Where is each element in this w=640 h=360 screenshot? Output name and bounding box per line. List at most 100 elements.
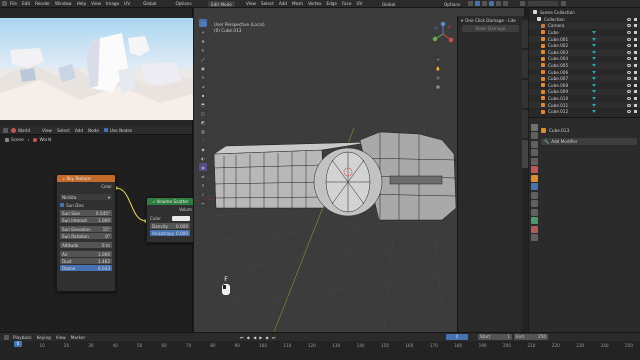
vol-color-swatch[interactable] bbox=[172, 215, 190, 221]
vp-menu-face[interactable]: Face bbox=[342, 1, 351, 6]
knife-tool-icon[interactable]: ⟋ bbox=[199, 136, 207, 144]
render-camera-icon[interactable] bbox=[634, 44, 637, 48]
shading-material-icon[interactable] bbox=[496, 1, 501, 6]
menu-render[interactable]: Render bbox=[35, 1, 50, 6]
render-props-icon[interactable] bbox=[530, 132, 538, 139]
perspective-toggle-icon[interactable]: ▦ bbox=[434, 82, 442, 90]
render-preview-image[interactable] bbox=[0, 8, 193, 126]
render-camera-icon[interactable] bbox=[634, 17, 637, 21]
volume-scatter-node[interactable]: ▾ Volume Scatter Volum Color Density 0.00… bbox=[146, 197, 193, 243]
visibility-eye-icon[interactable] bbox=[627, 57, 631, 61]
ne-menu-view[interactable]: View bbox=[42, 128, 52, 133]
tl-menu-marker[interactable]: Marker bbox=[71, 335, 85, 340]
view-layer-props-icon[interactable] bbox=[530, 149, 538, 156]
jump-start-icon[interactable]: ⏮ bbox=[240, 335, 244, 340]
funnel-icon[interactable] bbox=[561, 1, 566, 6]
select-box-icon[interactable]: ▢ bbox=[199, 19, 207, 27]
visibility-eye-icon[interactable] bbox=[627, 37, 631, 41]
world-dropdown[interactable]: World bbox=[18, 128, 30, 133]
render-camera-icon[interactable] bbox=[634, 57, 637, 61]
data-props-icon[interactable] bbox=[530, 217, 538, 224]
vp-menu-uv[interactable]: UV bbox=[356, 1, 362, 6]
edge-slide-tool-icon[interactable]: ⇄ bbox=[199, 172, 207, 180]
scene-props-icon[interactable] bbox=[530, 157, 538, 165]
rotate-tool-icon[interactable]: ↻ bbox=[199, 46, 207, 54]
tl-menu-view[interactable]: View bbox=[56, 335, 66, 340]
prev-key-icon[interactable]: ◆ bbox=[247, 335, 250, 340]
bevel-tool-icon[interactable]: ◩ bbox=[199, 118, 207, 126]
outliner-row-cube-003[interactable]: Cube.003 bbox=[529, 48, 640, 56]
pan-icon[interactable]: ✋ bbox=[434, 64, 442, 72]
render-camera-icon[interactable] bbox=[634, 83, 637, 87]
ozone-field[interactable]: Ozone 6.033 bbox=[60, 265, 112, 271]
visibility-eye-icon[interactable] bbox=[627, 83, 631, 87]
sun-rotation-field[interactable]: Sun Rotation 0° bbox=[60, 233, 112, 239]
outliner-row-cube-008[interactable]: Cube.008 bbox=[529, 82, 640, 89]
image-global-dropdown[interactable]: Global bbox=[143, 1, 156, 6]
visibility-eye-icon[interactable] bbox=[627, 103, 631, 107]
shear-tool-icon[interactable]: ⫽ bbox=[199, 190, 207, 198]
tab-addon[interactable] bbox=[522, 140, 528, 168]
loop-cut-tool-icon[interactable]: ▥ bbox=[199, 127, 207, 135]
sun-size-field[interactable]: Sun Size 0.545° bbox=[60, 210, 112, 216]
use-nodes-checkbox[interactable] bbox=[103, 128, 108, 132]
inset-tool-icon[interactable]: ◫ bbox=[199, 109, 207, 117]
outliner-row-cube-006[interactable]: Cube.006 bbox=[529, 69, 640, 76]
add-modifier-button[interactable]: 🔧 Add Modifier bbox=[541, 138, 637, 145]
outliner-row-cube-011[interactable]: Cube.011 bbox=[529, 101, 640, 109]
play-reverse-icon[interactable]: ◀ bbox=[253, 335, 256, 340]
render-camera-icon[interactable] bbox=[634, 70, 637, 74]
menu-help[interactable]: Help bbox=[77, 1, 87, 6]
cursor-tool-icon[interactable]: + bbox=[199, 28, 207, 36]
measure-tool-icon[interactable]: ⊿ bbox=[199, 82, 207, 90]
visibility-eye-icon[interactable] bbox=[627, 110, 631, 114]
scene-collection-row[interactable]: Scene Collection bbox=[529, 8, 640, 16]
editor-type-icon[interactable] bbox=[2, 1, 7, 6]
poly-build-tool-icon[interactable]: ◆ bbox=[199, 145, 207, 153]
outliner-row-cube-012[interactable]: Cube.012 bbox=[529, 108, 640, 115]
sky-node-header[interactable]: ▾ Sky Texture bbox=[57, 175, 115, 182]
outliner-row-camera[interactable]: Camera bbox=[529, 22, 640, 30]
shading-solid-icon[interactable] bbox=[489, 1, 494, 6]
render-camera-icon[interactable] bbox=[634, 77, 637, 81]
sun-disc-checkbox[interactable] bbox=[60, 203, 64, 207]
outliner-row-cube-004[interactable]: Cube.004 bbox=[529, 56, 640, 63]
vp-menu-add[interactable]: Add bbox=[279, 1, 287, 6]
output-props-icon[interactable] bbox=[530, 140, 538, 148]
extrude-tool-icon[interactable]: ⬒ bbox=[199, 100, 207, 108]
vp-menu-view[interactable]: View bbox=[246, 1, 256, 6]
tl-menu-keying[interactable]: Keying bbox=[37, 335, 51, 340]
sky-type-dropdown[interactable]: Nishita ▾ bbox=[60, 194, 112, 200]
modifier-props-icon[interactable] bbox=[530, 183, 538, 190]
annotate-tool-icon[interactable]: ✎ bbox=[199, 73, 207, 81]
render-camera-icon[interactable] bbox=[634, 24, 637, 28]
scale-tool-icon[interactable]: ⤢ bbox=[199, 55, 207, 63]
render-camera-icon[interactable] bbox=[634, 96, 637, 100]
visibility-eye-icon[interactable] bbox=[627, 44, 631, 48]
vp-menu-vertex[interactable]: Vertex bbox=[308, 1, 321, 6]
smooth-tool-icon[interactable]: ◉ bbox=[199, 163, 207, 171]
shading-render-icon[interactable] bbox=[503, 1, 508, 6]
visibility-eye-icon[interactable] bbox=[627, 50, 631, 54]
breadcrumb-scene[interactable]: Scene bbox=[11, 137, 24, 142]
sun-disc-toggle[interactable]: Sun Disc bbox=[60, 202, 112, 208]
render-camera-icon[interactable] bbox=[634, 103, 637, 107]
menu-file[interactable]: File bbox=[10, 1, 17, 6]
outliner-row-collection[interactable]: Collection bbox=[529, 16, 640, 23]
properties-object-name[interactable]: Cube.013 bbox=[549, 128, 569, 133]
world-props-icon[interactable] bbox=[530, 166, 538, 173]
vp-menu-edge[interactable]: Edge bbox=[326, 1, 337, 6]
visibility-eye-icon[interactable] bbox=[627, 30, 631, 34]
constraints-props-icon[interactable] bbox=[530, 208, 538, 216]
menu-edit[interactable]: Edit bbox=[22, 1, 30, 6]
anisotropy-field[interactable]: Anisotropy 0.000 bbox=[150, 230, 190, 236]
filter-icon[interactable] bbox=[520, 1, 525, 6]
visibility-eye-icon[interactable] bbox=[627, 17, 631, 21]
visibility-eye-icon[interactable] bbox=[627, 77, 631, 81]
outliner-row-cube-002[interactable]: Cube.002 bbox=[529, 42, 640, 49]
menu-image[interactable]: Image bbox=[106, 1, 119, 6]
outliner-row-cube-010[interactable]: Cube.010 bbox=[529, 95, 640, 102]
render-camera-icon[interactable] bbox=[634, 63, 637, 67]
render-camera-icon[interactable] bbox=[634, 90, 637, 94]
visibility-eye-icon[interactable] bbox=[627, 63, 631, 67]
